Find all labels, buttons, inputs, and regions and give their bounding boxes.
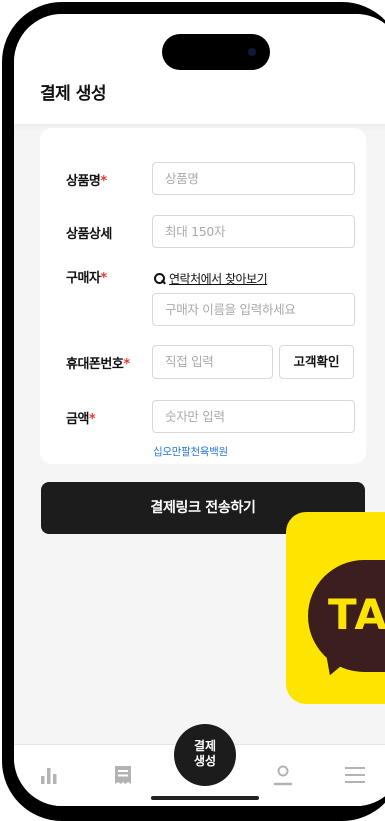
create-label-line2: 생성 (193, 754, 217, 768)
amount-input[interactable]: 숫자만 입력 (152, 400, 355, 433)
person-icon[interactable] (272, 764, 294, 790)
kakaotalk-icon[interactable]: TA (286, 512, 385, 704)
phone-screen: 결제 생성 상품명* 상품명 상품상세 최대 150자 구매자* 연락처에서 찾… (14, 14, 385, 806)
find-from-contacts-link[interactable]: 연락처에서 찾아보기 (153, 270, 268, 287)
required-mark: * (100, 271, 107, 286)
create-label-line1: 결제 (193, 739, 217, 753)
contacts-link-label: 연락처에서 찾아보기 (169, 272, 268, 286)
required-mark: * (88, 412, 96, 427)
required-mark: * (100, 174, 107, 189)
buyer-label: 구매자* (66, 271, 107, 286)
product-name-label: 상품명* (66, 174, 107, 189)
kakao-logo-text: TA (328, 590, 385, 639)
create-payment-nav-button[interactable]: 결제 생성 (174, 724, 236, 786)
home-indicator (151, 796, 259, 800)
product-detail-input[interactable]: 최대 150자 (152, 215, 355, 248)
page-title: 결제 생성 (40, 84, 106, 104)
bar-chart-icon[interactable] (39, 765, 59, 789)
required-mark: * (123, 357, 130, 372)
dynamic-island (162, 34, 270, 70)
receipt-icon[interactable] (113, 765, 133, 789)
product-name-input[interactable]: 상품명 (152, 162, 355, 195)
product-detail-label: 상품상세 (66, 227, 112, 242)
phone-label: 휴대폰번호* (66, 357, 130, 372)
amount-in-korean: 십오만팔천육백원 (153, 446, 228, 458)
menu-icon[interactable] (344, 765, 366, 789)
payment-form-card: 상품명* 상품명 상품상세 최대 150자 구매자* 연락처에서 찾아보기 구매… (40, 128, 366, 464)
buyer-name-input[interactable]: 구매자 이름을 입력하세요 (152, 293, 355, 326)
phone-input[interactable]: 직접 입력 (152, 345, 273, 379)
verify-customer-button[interactable]: 고객확인 (279, 345, 354, 379)
search-icon (153, 272, 166, 285)
amount-label: 금액* (66, 412, 96, 427)
